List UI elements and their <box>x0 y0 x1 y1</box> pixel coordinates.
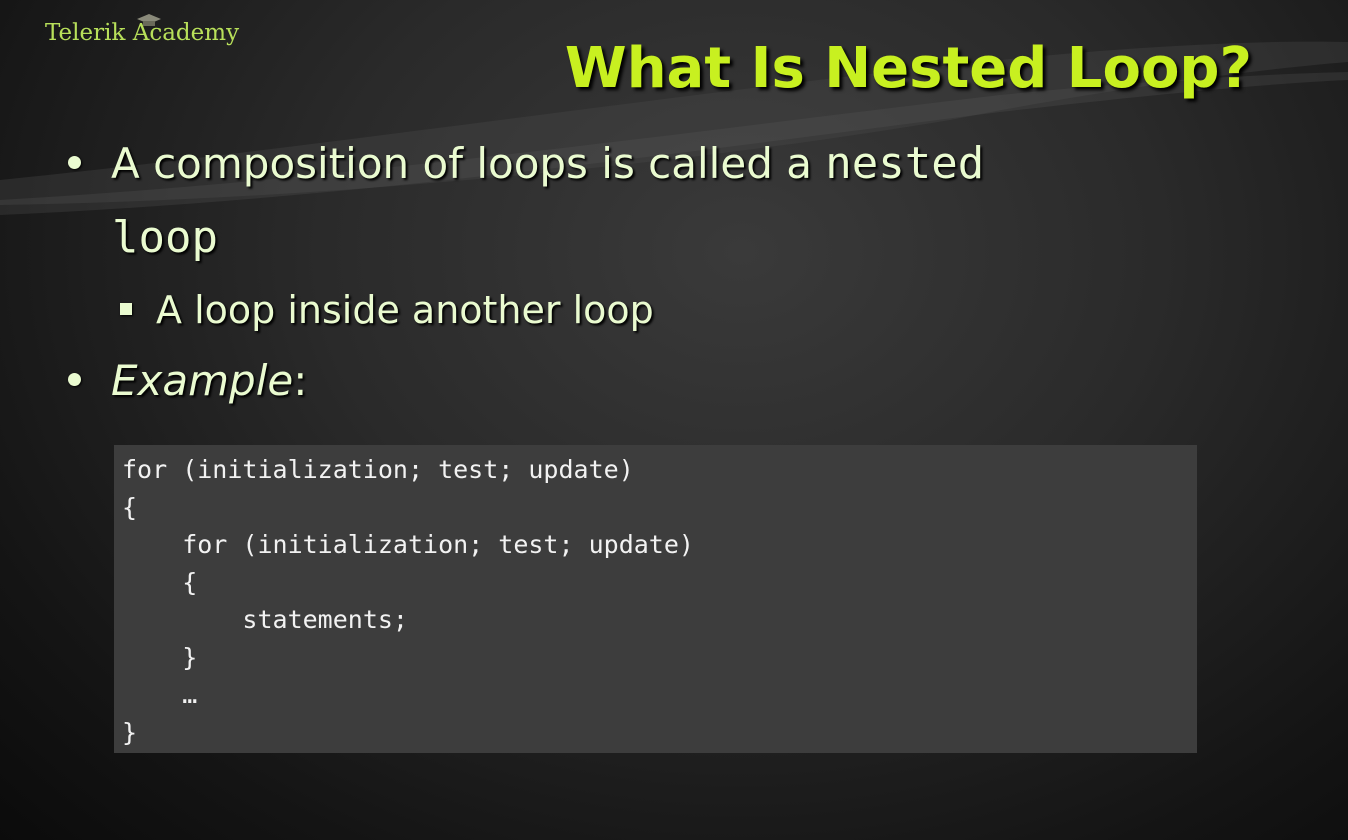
code-block: for (initialization; test; update) { for… <box>114 445 1197 753</box>
code-line: for (initialization; test; update) <box>122 530 694 559</box>
code-line: statements; <box>122 605 408 634</box>
code-content: for (initialization; test; update) { for… <box>122 451 1189 751</box>
code-term-nested: nested <box>825 138 985 189</box>
bullet-nested-loop: A composition of loops is called a neste… <box>68 138 984 189</box>
sub-bullet-square-icon <box>120 302 132 315</box>
example-label: Example <box>111 356 294 405</box>
code-line: for (initialization; test; update) <box>122 455 634 484</box>
graduation-cap-icon <box>137 14 161 26</box>
bullet-example: Example: <box>68 356 307 405</box>
example-colon: : <box>293 356 308 405</box>
code-line: } <box>122 717 138 747</box>
bullet-dot-icon <box>68 156 81 169</box>
code-line: } <box>122 642 198 672</box>
slide-title: What Is Nested Loop? <box>564 36 1252 101</box>
code-line: … <box>122 680 198 709</box>
bullet-dot-icon <box>68 373 81 386</box>
bullet-text: A composition of loops is called a <box>111 139 826 188</box>
sub-bullet-loop-inside: A loop inside another loop <box>120 288 654 332</box>
bullet-continuation: loop <box>112 212 218 263</box>
code-term-loop: loop <box>112 212 218 263</box>
code-line: { <box>122 567 198 597</box>
sub-bullet-text: A loop inside another loop <box>156 288 654 332</box>
telerik-academy-logo: Telerik Academy <box>45 14 239 46</box>
code-line: { <box>122 492 138 522</box>
